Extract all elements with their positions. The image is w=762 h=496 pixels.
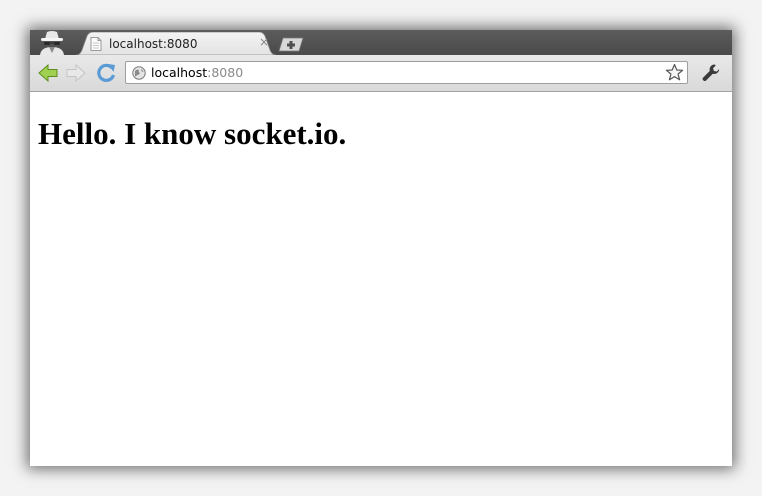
forward-button[interactable]	[65, 62, 87, 84]
forward-arrow-icon	[66, 63, 86, 83]
browser-window: localhost:8080 × localhost:8080 Hello. I…	[30, 30, 732, 466]
tab-strip: localhost:8080 ×	[30, 30, 732, 55]
page-icon	[90, 37, 102, 51]
page-heading: Hello. I know socket.io.	[38, 116, 347, 151]
globe-icon	[132, 66, 146, 80]
tab-close-button[interactable]: ×	[258, 35, 270, 49]
reload-icon	[97, 63, 116, 82]
url-host: localhost	[151, 65, 208, 80]
reload-button[interactable]	[95, 62, 117, 84]
wrench-icon[interactable]	[700, 62, 722, 84]
incognito-icon	[40, 31, 64, 55]
page-content: Hello. I know socket.io.	[30, 92, 732, 466]
tab-localhost[interactable]: localhost:8080 ×	[76, 32, 276, 55]
url-port: :8080	[207, 65, 244, 80]
back-arrow-icon	[38, 63, 58, 83]
new-tab-button[interactable]	[278, 37, 304, 52]
url-text[interactable]: localhost:8080	[151, 65, 243, 80]
toolbar: localhost:8080	[30, 55, 732, 92]
address-bar[interactable]: localhost:8080	[125, 61, 688, 84]
tab-title: localhost:8080	[109, 37, 198, 51]
star-icon[interactable]	[665, 63, 684, 82]
back-button[interactable]	[37, 62, 59, 84]
